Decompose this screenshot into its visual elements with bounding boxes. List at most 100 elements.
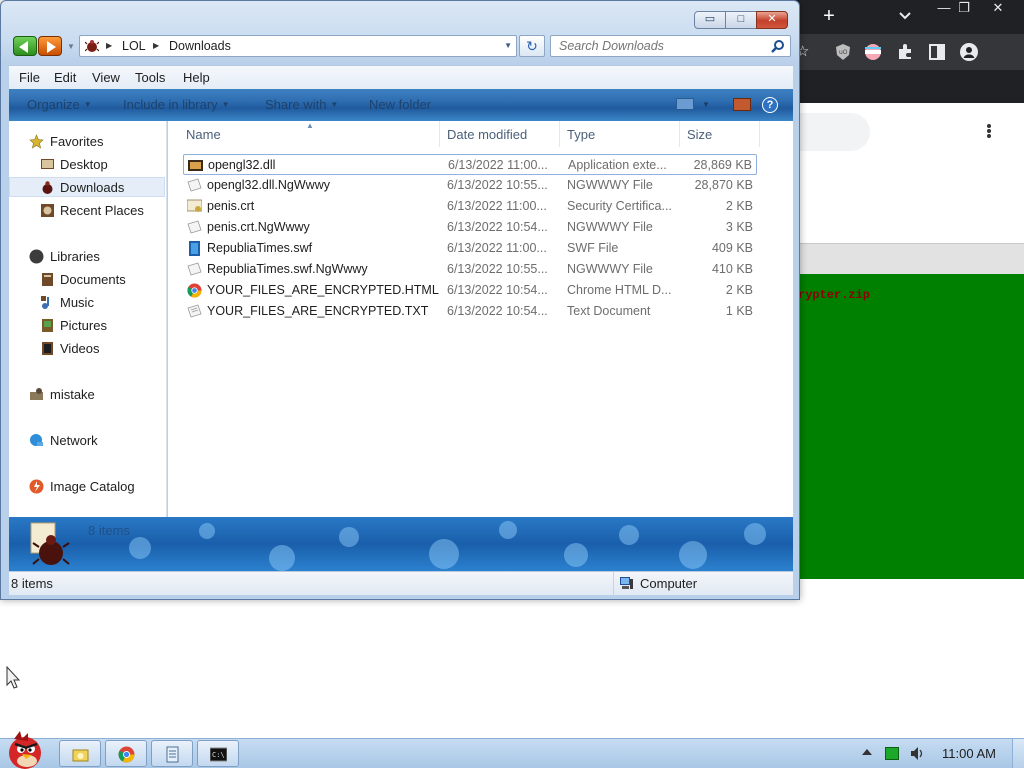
column-header-size[interactable]: Size <box>680 121 760 147</box>
nav-downloads[interactable]: Downloads <box>9 177 165 197</box>
nav-recent-places[interactable]: Recent Places <box>9 201 165 221</box>
change-view-icon[interactable] <box>676 98 694 110</box>
profile-avatar-icon[interactable] <box>960 43 978 61</box>
minimize-button[interactable]: ▭ <box>694 11 726 29</box>
chrome-bookmarks-bar <box>790 70 1024 103</box>
organize-button[interactable]: Organize ▼ <box>27 97 92 112</box>
status-item-count: 8 items <box>11 576 53 591</box>
chrome-restore-button[interactable]: ❐ <box>946 0 982 18</box>
file-type: NGWWWY File <box>567 178 653 192</box>
nav-desktop-label: Desktop <box>60 157 108 172</box>
taskbar-explorer-button[interactable] <box>59 740 101 767</box>
taskbar-chrome-button[interactable] <box>105 740 147 767</box>
share-with-button[interactable]: Share with ▼ <box>265 97 338 112</box>
network-icon <box>30 434 43 446</box>
column-header-type[interactable]: Type <box>560 121 680 147</box>
volume-icon[interactable] <box>910 746 926 761</box>
view-options-dropdown-icon[interactable]: ▼ <box>702 100 710 109</box>
file-row[interactable]: RepubliaTimes.swf.NgWwwy 6/13/2022 10:55… <box>183 259 757 280</box>
maximize-button[interactable]: □ <box>725 11 757 29</box>
search-input[interactable] <box>559 39 759 53</box>
file-row[interactable]: penis.crt 6/13/2022 11:00... Security Ce… <box>183 196 757 217</box>
file-date: 6/13/2022 10:54... <box>447 220 548 234</box>
search-box[interactable] <box>550 35 791 57</box>
page-search-box[interactable] <box>790 113 870 151</box>
chrome-close-button[interactable]: ✕ <box>980 0 1016 18</box>
file-date: 6/13/2022 10:54... <box>447 283 548 297</box>
new-tab-button[interactable]: + <box>818 4 840 28</box>
menu-help[interactable]: Help <box>183 70 210 85</box>
breadcrumb-separator-icon[interactable]: ▶ <box>106 41 112 50</box>
details-item-count: 8 items <box>88 523 130 538</box>
column-header-date-modified[interactable]: Date modified <box>440 121 560 147</box>
breadcrumb-downloads[interactable]: Downloads <box>169 39 231 53</box>
menu-file[interactable]: File <box>19 70 40 85</box>
include-in-library-button[interactable]: Include in library ▼ <box>123 97 230 112</box>
menu-tools[interactable]: Tools <box>135 70 165 85</box>
blank-file-icon <box>187 178 202 192</box>
close-button[interactable]: ✕ <box>756 11 788 29</box>
address-bar[interactable]: ▶ LOL ▶ Downloads ▼ <box>79 35 517 57</box>
nav-favorites[interactable]: Favorites <box>9 132 165 152</box>
battery-icon[interactable] <box>885 747 899 760</box>
decor-bubble <box>564 543 588 567</box>
taskbar-notepad-button[interactable] <box>151 740 193 767</box>
nav-mistake-label: mistake <box>50 387 95 402</box>
forward-button[interactable] <box>38 36 62 56</box>
decor-bubble <box>679 541 707 569</box>
ublock-extension-icon[interactable]: uO <box>834 43 852 61</box>
refresh-button[interactable]: ↻ <box>519 35 545 57</box>
nav-music[interactable]: Music <box>9 293 165 313</box>
file-list: ▲ Name Date modified Type Size opengl32.… <box>168 121 793 517</box>
chrome-tab-bar: + — ❐ ✕ <box>790 0 1024 34</box>
file-row[interactable]: opengl32.dll 6/13/2022 11:00... Applicat… <box>183 154 757 175</box>
explorer-folder-icon <box>72 749 89 762</box>
new-folder-button[interactable]: New folder <box>369 97 431 112</box>
flag-extension-icon[interactable] <box>864 43 882 61</box>
show-desktop-button[interactable] <box>1012 739 1024 768</box>
page-header-band <box>790 244 1024 274</box>
taskbar-cmd-button[interactable]: C:\ <box>197 740 239 767</box>
recent-pages-dropdown-icon[interactable]: ▼ <box>67 42 75 51</box>
breadcrumb-lol[interactable]: LOL <box>122 39 146 53</box>
chrome-toolbar: ☆ uO <box>790 34 1024 70</box>
nav-music-label: Music <box>60 295 94 310</box>
search-icon[interactable] <box>771 39 785 53</box>
file-row[interactable]: YOUR_FILES_ARE_ENCRYPTED.HTML 6/13/2022 … <box>183 280 757 301</box>
nav-libraries[interactable]: Libraries <box>9 247 165 267</box>
more-options-icon[interactable] <box>986 123 992 141</box>
preview-pane-icon[interactable] <box>733 98 751 111</box>
file-row[interactable]: YOUR_FILES_ARE_ENCRYPTED.TXT 6/13/2022 1… <box>183 301 757 322</box>
navigation-pane: Favorites Desktop Downloads Recent Place… <box>9 121 167 517</box>
nav-mistake[interactable]: mistake <box>9 385 165 405</box>
breadcrumb-separator-icon[interactable]: ▶ <box>153 41 159 50</box>
extensions-puzzle-icon[interactable] <box>896 43 914 61</box>
address-dropdown-icon[interactable]: ▼ <box>504 41 512 50</box>
side-panel-icon[interactable] <box>928 43 946 61</box>
file-date: 6/13/2022 11:00... <box>447 199 547 213</box>
file-row[interactable]: opengl32.dll.NgWwwy 6/13/2022 10:55... N… <box>183 175 757 196</box>
column-header-name[interactable]: Name <box>168 121 440 147</box>
back-button[interactable] <box>13 36 37 56</box>
nav-network[interactable]: Network <box>9 431 165 451</box>
clock[interactable]: 11:00 AM <box>942 746 996 761</box>
status-bar: 8 items Computer <box>9 571 793 595</box>
file-date: 6/13/2022 10:55... <box>447 262 548 276</box>
start-button-angry-bird-icon[interactable] <box>0 729 52 769</box>
nav-pictures[interactable]: Pictures <box>9 316 165 336</box>
blank-file-icon <box>187 262 202 276</box>
show-hidden-icons-icon[interactable] <box>862 749 872 755</box>
decor-bubble <box>619 525 639 545</box>
file-size: 2 KB <box>725 199 753 213</box>
file-name: YOUR_FILES_ARE_ENCRYPTED.TXT <box>207 304 429 318</box>
nav-videos[interactable]: Videos <box>9 339 165 359</box>
nav-desktop[interactable]: Desktop <box>9 155 165 175</box>
help-button[interactable]: ? <box>762 97 778 113</box>
tab-search-chevron-icon[interactable] <box>896 6 914 26</box>
menu-view[interactable]: View <box>92 70 120 85</box>
menu-edit[interactable]: Edit <box>54 70 76 85</box>
file-row[interactable]: penis.crt.NgWwwy 6/13/2022 10:54... NGWW… <box>183 217 757 238</box>
file-row[interactable]: RepubliaTimes.swf 6/13/2022 11:00... SWF… <box>183 238 757 259</box>
nav-documents[interactable]: Documents <box>9 270 165 290</box>
nav-image-catalog[interactable]: Image Catalog <box>9 477 165 497</box>
